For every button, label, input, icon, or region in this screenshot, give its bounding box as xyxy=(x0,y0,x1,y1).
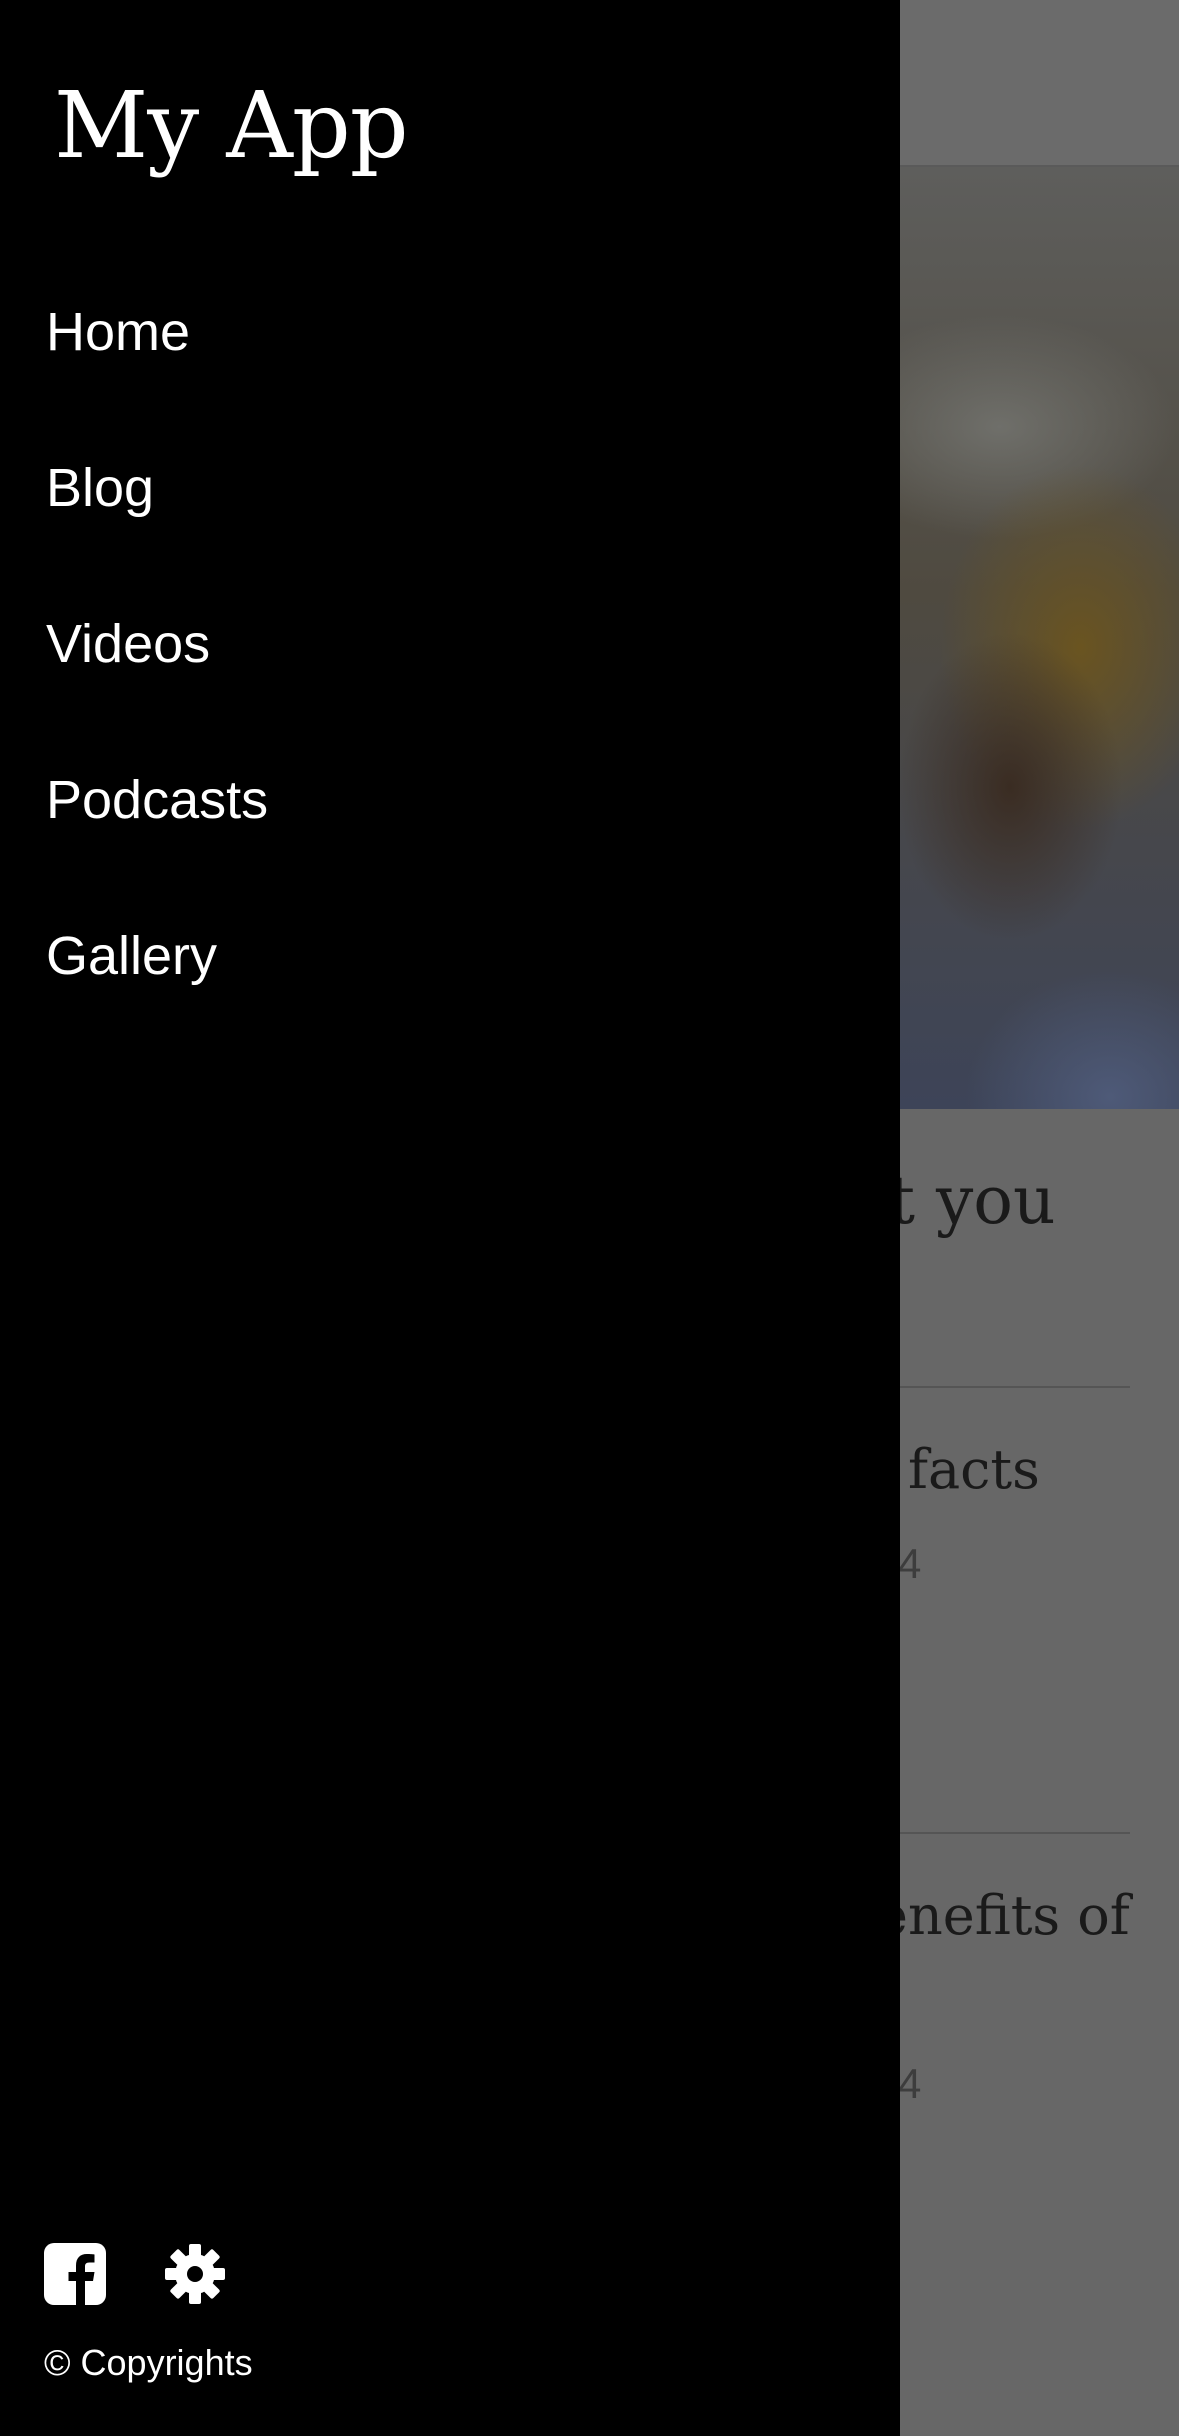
copyright-text: © Copyrights xyxy=(44,2342,253,2383)
drawer-item-videos[interactable]: Videos xyxy=(46,592,268,748)
background-article-date: 4 xyxy=(898,1540,922,1587)
drawer-item-home[interactable]: Home xyxy=(46,280,268,436)
app-screen: ut you facts 4 enefits of 4 My App Home … xyxy=(0,0,1179,2436)
background-article-title: facts xyxy=(908,1438,1040,1501)
drawer-item-blog[interactable]: Blog xyxy=(46,436,268,592)
drawer-item-podcasts[interactable]: Podcasts xyxy=(46,748,268,904)
gear-icon[interactable] xyxy=(164,2243,226,2305)
navigation-drawer: My App Home Blog Videos Podcasts Gallery xyxy=(0,0,900,2436)
app-title: My App xyxy=(54,72,409,179)
background-article-date: 4 xyxy=(898,2060,922,2107)
drawer-footer-icons xyxy=(44,2243,226,2305)
drawer-nav-list: Home Blog Videos Podcasts Gallery xyxy=(46,280,268,1060)
drawer-item-gallery[interactable]: Gallery xyxy=(46,904,268,1060)
facebook-icon[interactable] xyxy=(44,2243,106,2305)
background-article-title: enefits of xyxy=(876,1884,1130,1947)
